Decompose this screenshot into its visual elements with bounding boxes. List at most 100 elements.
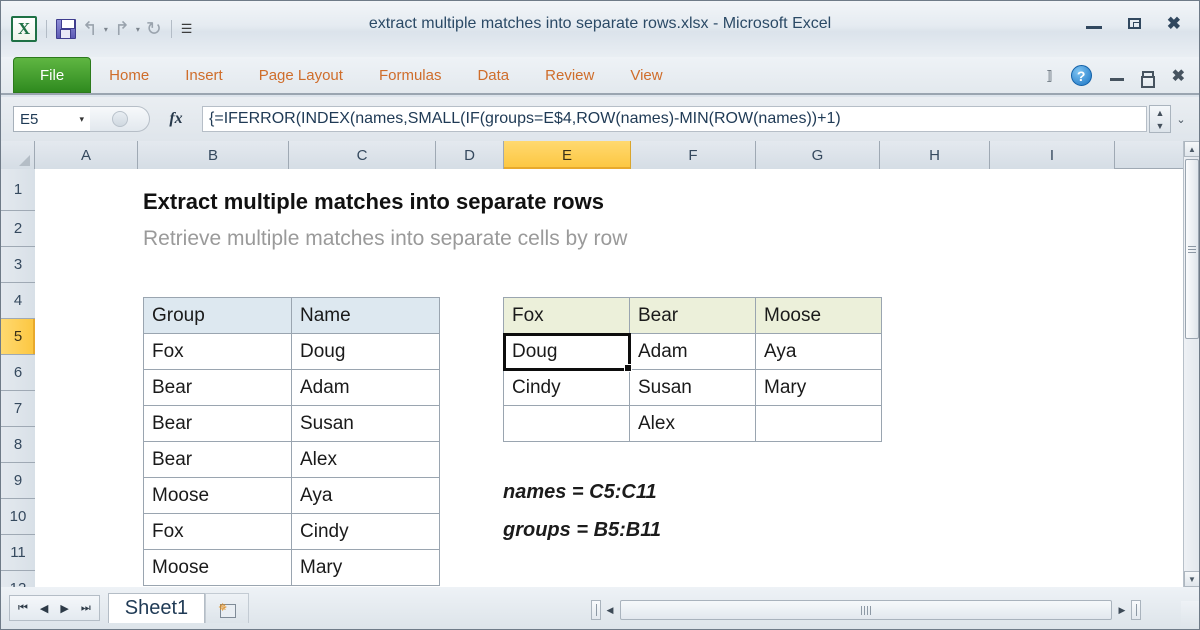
tab-view[interactable]: View	[612, 57, 680, 93]
result-cell[interactable]: Alex	[629, 405, 756, 442]
last-sheet-icon[interactable]: ⏭	[81, 602, 91, 615]
result-header-moose[interactable]: Moose	[755, 297, 882, 334]
result-cell[interactable]: Adam	[629, 333, 756, 370]
select-all-corner[interactable]	[1, 141, 35, 169]
row-header-9[interactable]: 9	[1, 463, 35, 499]
tab-home[interactable]: Home	[91, 57, 167, 93]
result-cell[interactable]	[503, 405, 630, 442]
source-header-name[interactable]: Name	[291, 297, 440, 334]
source-cell-name[interactable]: Doug	[291, 333, 440, 370]
formula-spinner-up-icon[interactable]: ▲	[1156, 108, 1165, 118]
table-row[interactable]: Bear Alex	[143, 441, 440, 478]
column-header-h[interactable]: H	[880, 141, 990, 169]
horizontal-scroll-thumb[interactable]	[620, 600, 1112, 620]
tab-review[interactable]: Review	[527, 57, 612, 93]
source-cell-group[interactable]: Bear	[143, 369, 292, 406]
result-header-bear[interactable]: Bear	[629, 297, 756, 334]
source-cell-name[interactable]: Alex	[291, 441, 440, 478]
row-header-7[interactable]: 7	[1, 391, 35, 427]
source-cell-name[interactable]: Susan	[291, 405, 440, 442]
sheet-tab-sheet1[interactable]: Sheet1	[107, 593, 206, 623]
tab-file[interactable]: File	[13, 57, 92, 93]
source-table[interactable]: Group Name Fox Doug Bear Adam Bear Susan…	[143, 297, 440, 586]
minimize-ribbon-icon[interactable]	[1109, 70, 1124, 81]
restore-window-icon[interactable]	[1140, 70, 1155, 88]
source-cell-group[interactable]: Fox	[143, 513, 292, 550]
row-header-6[interactable]: 6	[1, 355, 35, 391]
vertical-scrollbar[interactable]: ▲ ▼	[1183, 141, 1199, 587]
source-cell-name[interactable]: Cindy	[291, 513, 440, 550]
table-row[interactable]: Doug Adam Aya	[503, 333, 882, 370]
tab-formulas[interactable]: Formulas	[361, 57, 460, 93]
minimize-icon[interactable]	[1085, 18, 1102, 29]
close-window-icon[interactable]: ✖	[1172, 66, 1185, 86]
source-header-group[interactable]: Group	[143, 297, 292, 334]
row-header-2[interactable]: 2	[1, 211, 35, 247]
scroll-right-icon[interactable]: ▶	[1113, 600, 1131, 620]
table-row[interactable]: Fox Bear Moose	[503, 297, 882, 334]
source-cell-group[interactable]: Bear	[143, 441, 292, 478]
name-box[interactable]: E5 ▾	[13, 106, 91, 132]
sheet-canvas[interactable]: Extract multiple matches into separate r…	[35, 169, 1183, 587]
formula-bar-spinner[interactable]: ▲ ▼	[1149, 105, 1171, 133]
table-row[interactable]: Group Name	[143, 297, 440, 334]
row-header-5[interactable]: 5	[1, 319, 35, 355]
source-cell-group[interactable]: Fox	[143, 333, 292, 370]
row-header-1[interactable]: 1	[1, 169, 35, 211]
prev-sheet-icon[interactable]: ◀	[40, 602, 48, 615]
first-sheet-icon[interactable]: ⏮	[18, 602, 28, 615]
vertical-scroll-thumb[interactable]	[1185, 159, 1199, 339]
column-header-b[interactable]: B	[138, 141, 289, 169]
row-header-10[interactable]: 10	[1, 499, 35, 535]
table-row[interactable]: Fox Cindy	[143, 513, 440, 550]
source-cell-name[interactable]: Adam	[291, 369, 440, 406]
formula-input[interactable]: {=IFERROR(INDEX(names,SMALL(IF(groups=E$…	[202, 106, 1147, 132]
table-row[interactable]: Fox Doug	[143, 333, 440, 370]
expand-formula-bar-icon[interactable]: ⌄	[1173, 113, 1189, 126]
result-cell[interactable]: Doug	[503, 333, 630, 370]
hscroll-end-grip[interactable]	[1131, 600, 1141, 620]
result-cell[interactable]: Mary	[755, 369, 882, 406]
column-header-c[interactable]: C	[289, 141, 436, 169]
result-cell[interactable]: Aya	[755, 333, 882, 370]
restore-icon[interactable]	[1127, 18, 1141, 29]
column-header-d[interactable]: D	[436, 141, 504, 169]
result-cell[interactable]	[755, 405, 882, 442]
tab-page-layout[interactable]: Page Layout	[241, 57, 361, 93]
horizontal-scrollbar[interactable]: ◀ ▶	[591, 599, 1141, 621]
row-header-11[interactable]: 11	[1, 535, 35, 571]
source-cell-group[interactable]: Bear	[143, 405, 292, 442]
help-icon[interactable]: ?	[1070, 65, 1092, 86]
table-row[interactable]: Moose Mary	[143, 549, 440, 586]
hscroll-split-grip[interactable]	[591, 600, 601, 620]
result-header-fox[interactable]: Fox	[503, 297, 630, 334]
table-row[interactable]: Alex	[503, 405, 882, 442]
scroll-down-icon[interactable]: ▼	[1184, 571, 1199, 587]
result-cell[interactable]: Cindy	[503, 369, 630, 406]
tab-data[interactable]: Data	[459, 57, 527, 93]
table-row[interactable]: Cindy Susan Mary	[503, 369, 882, 406]
column-header-e[interactable]: E	[504, 141, 631, 169]
formula-spinner-down-icon[interactable]: ▼	[1156, 121, 1165, 131]
result-table[interactable]: Fox Bear Moose Doug Adam Aya Cindy Susan…	[503, 297, 882, 442]
result-cell[interactable]: Susan	[629, 369, 756, 406]
table-row[interactable]: Bear Susan	[143, 405, 440, 442]
name-box-caret-icon[interactable]: ▾	[79, 114, 84, 125]
sheet-navigation-buttons[interactable]: ⏮ ◀ ▶ ⏭	[9, 595, 100, 621]
close-icon[interactable]: ✖	[1167, 15, 1181, 32]
column-header-g[interactable]: G	[756, 141, 880, 169]
tab-insert[interactable]: Insert	[167, 57, 241, 93]
row-header-8[interactable]: 8	[1, 427, 35, 463]
row-header-4[interactable]: 4	[1, 283, 35, 319]
resize-corner[interactable]	[1181, 601, 1199, 629]
table-row[interactable]: Bear Adam	[143, 369, 440, 406]
source-cell-group[interactable]: Moose	[143, 549, 292, 586]
insert-function-icon[interactable]: fx	[150, 110, 202, 128]
source-cell-name[interactable]: Aya	[291, 477, 440, 514]
scroll-left-icon[interactable]: ◀	[601, 600, 619, 620]
row-header-3[interactable]: 3	[1, 247, 35, 283]
column-header-i[interactable]: I	[990, 141, 1115, 169]
source-cell-name[interactable]: Mary	[291, 549, 440, 586]
new-sheet-button[interactable]: ✵	[205, 593, 250, 623]
chevron-down-icon[interactable]: ⟧	[1046, 68, 1052, 84]
